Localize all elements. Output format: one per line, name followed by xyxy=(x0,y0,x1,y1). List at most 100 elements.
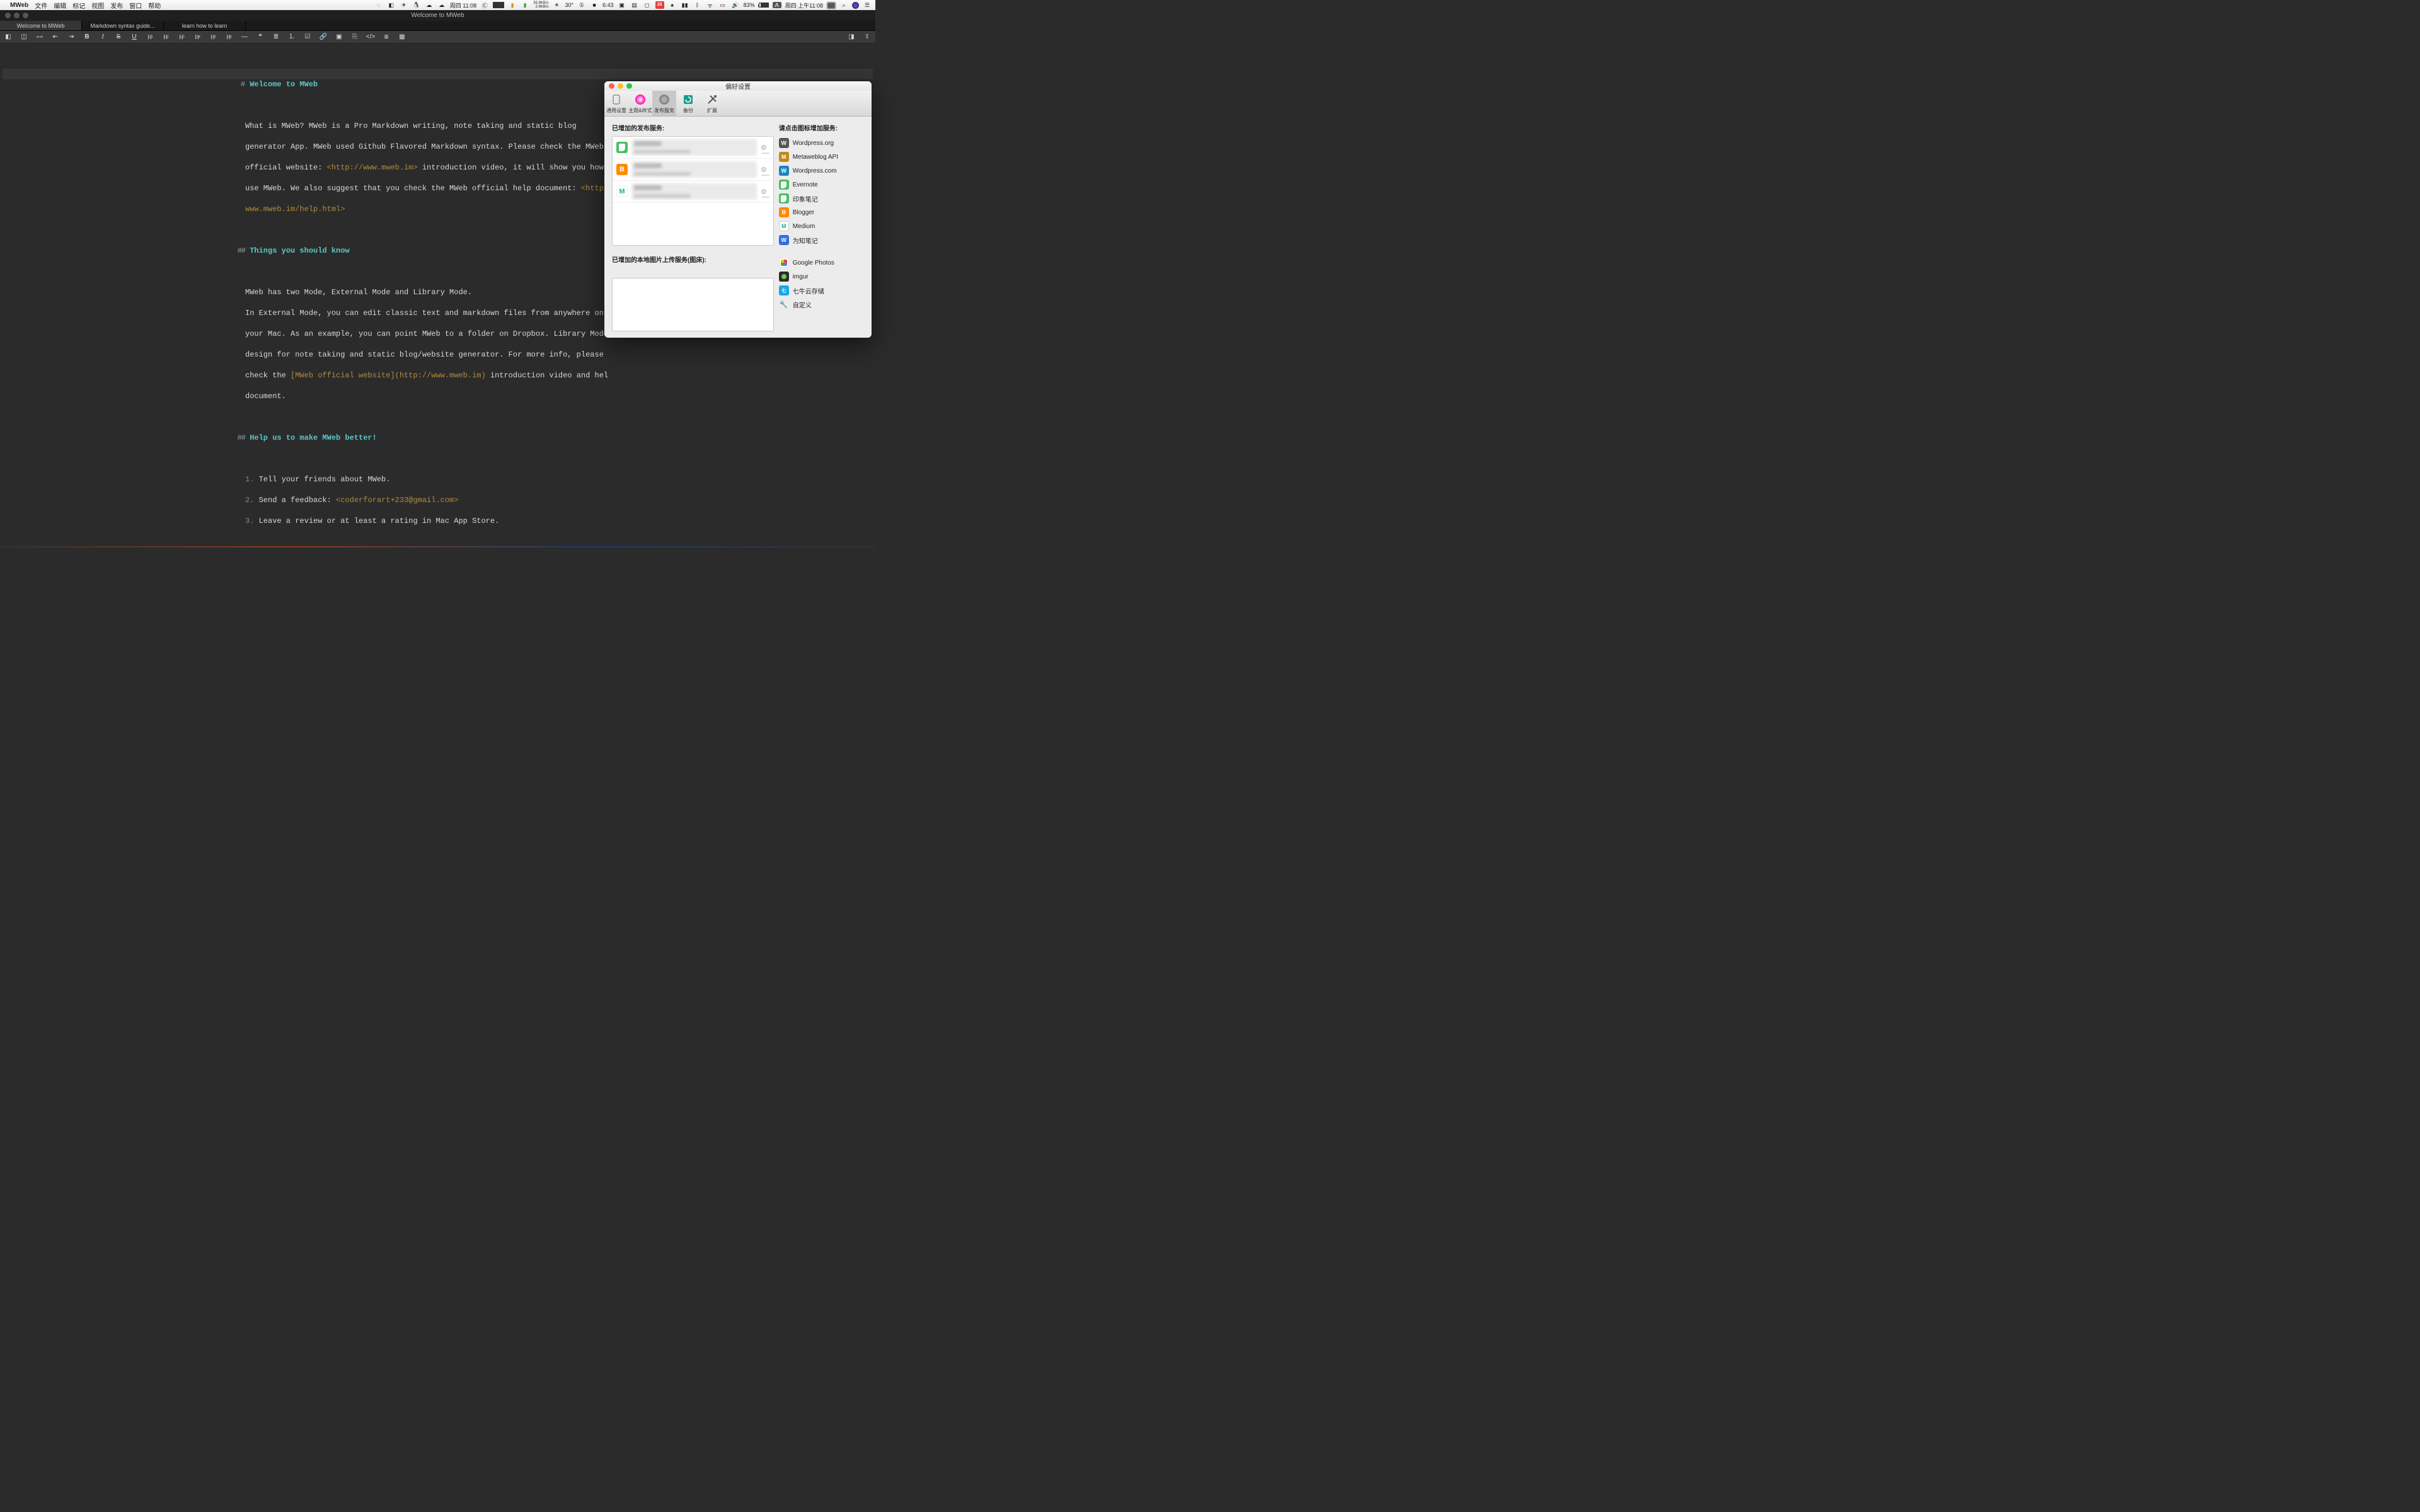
window-zoom-button[interactable] xyxy=(23,13,28,18)
status-icon[interactable]: ▤ xyxy=(630,2,639,9)
add-image-service-qiniu[interactable]: 七牛云存储 xyxy=(779,284,867,297)
menu-file[interactable]: 文件 xyxy=(35,1,47,10)
link-icon[interactable]: ⧟ xyxy=(35,33,44,42)
volume-icon[interactable]: 🔊 xyxy=(731,2,740,9)
menubar-app[interactable]: MWeb xyxy=(10,2,28,9)
h2-icon[interactable]: H2 xyxy=(161,33,170,42)
status-calendar-icon[interactable]: 20 xyxy=(655,1,664,9)
status-netstats[interactable]: 39.9KB/s2.6KB/s xyxy=(533,1,548,9)
menu-publish[interactable]: 发布 xyxy=(110,1,123,10)
prefs-tab-extension[interactable]: 扩展 xyxy=(700,91,724,116)
prefs-titlebar[interactable]: 偏好设置 xyxy=(604,81,872,91)
add-service-evernote[interactable]: Evernote xyxy=(779,178,867,192)
prefs-minimize-button[interactable] xyxy=(618,83,623,89)
quote-icon[interactable]: ❝ xyxy=(256,33,265,42)
add-image-service-google-photos[interactable]: Google Photos xyxy=(779,256,867,270)
status-icon[interactable]: ▮ xyxy=(508,2,517,9)
menu-window[interactable]: 窗口 xyxy=(129,1,142,10)
status-temp-icon[interactable]: ☀ xyxy=(552,2,561,9)
status-timer[interactable]: 6:43 xyxy=(602,2,614,8)
h3-icon[interactable]: H3 xyxy=(177,33,186,42)
remove-icon[interactable]: — xyxy=(762,148,769,157)
status-icon[interactable]: ✈ xyxy=(400,2,408,9)
status-icon[interactable]: . xyxy=(493,2,504,8)
hr-icon[interactable]: ― xyxy=(240,33,249,42)
strike-icon[interactable]: S xyxy=(114,33,123,42)
status-icon[interactable]: ◻ xyxy=(643,2,652,9)
code-icon[interactable]: </> xyxy=(366,33,375,42)
status-icon[interactable]: Ⓒ xyxy=(480,1,489,9)
h6-icon[interactable]: H6 xyxy=(224,33,233,42)
status-icon[interactable]: ① xyxy=(577,2,586,9)
status-battery-pct[interactable]: 83% xyxy=(744,2,755,8)
add-service-yinxiang[interactable]: 印象笔记 xyxy=(779,192,867,205)
display-icon[interactable]: ▭ xyxy=(718,2,727,9)
wifi-icon[interactable]: ᯤ xyxy=(706,1,715,9)
spotlight-icon[interactable]: ⌕ xyxy=(839,2,848,9)
status-icon[interactable]: 🐧 xyxy=(412,2,421,9)
link2-icon[interactable]: 🔗 xyxy=(319,33,328,42)
remove-icon[interactable]: — xyxy=(762,170,769,179)
add-image-service-imgur[interactable]: imgur xyxy=(779,270,867,284)
tab-syntax-guide[interactable]: Markdown syntax guide... xyxy=(82,21,164,30)
add-service-metaweblog[interactable]: Metaweblog API xyxy=(779,150,867,164)
tab-learn[interactable]: learn how to learn xyxy=(164,21,246,30)
battery-icon[interactable] xyxy=(759,3,769,8)
siri-icon[interactable] xyxy=(852,2,859,9)
h1-icon[interactable]: H1 xyxy=(146,33,154,42)
menu-edit[interactable]: 编辑 xyxy=(54,1,66,10)
status-icon[interactable]: ▮ xyxy=(521,2,529,9)
prefs-tab-backup[interactable]: 备份 xyxy=(676,91,700,116)
status-clock[interactable]: 周四 上午11:08 xyxy=(785,1,823,9)
input-source-icon[interactable]: A xyxy=(773,2,781,8)
status-icon[interactable]: ☁ xyxy=(425,2,434,9)
add-service-wordpress-org[interactable]: Wordpress.org xyxy=(779,136,867,150)
prefs-tab-theme[interactable]: 主题&样式 xyxy=(628,91,652,116)
status-icon[interactable]: ☁ xyxy=(437,2,446,9)
underline-icon[interactable]: U xyxy=(130,33,139,42)
remove-icon[interactable]: — xyxy=(762,192,769,201)
service-row-medium[interactable]: ⚙ — xyxy=(613,181,773,203)
codeblock-icon[interactable]: ⧈ xyxy=(382,33,391,42)
ol-icon[interactable]: ⒈ xyxy=(287,33,296,42)
status-temp[interactable]: 30° xyxy=(565,2,573,8)
window-close-button[interactable] xyxy=(5,13,11,18)
add-service-blogger[interactable]: Blogger xyxy=(779,205,867,219)
add-service-wordpress-com[interactable]: Wordpress.com xyxy=(779,164,867,178)
prefs-close-button[interactable] xyxy=(609,83,614,89)
menu-view[interactable]: 视图 xyxy=(91,1,104,10)
status-icon[interactable]: ◧ xyxy=(387,2,396,9)
table-icon[interactable]: ▦ xyxy=(398,33,406,42)
menu-mark[interactable]: 标记 xyxy=(72,1,85,10)
tab-welcome[interactable]: Welcome to MWeb xyxy=(0,21,82,30)
h4-icon[interactable]: H4 xyxy=(193,33,202,42)
indent-icon[interactable]: ⇥ xyxy=(67,33,76,42)
add-image-service-custom[interactable]: 自定义 xyxy=(779,297,867,311)
right-panel-icon[interactable]: ◨ xyxy=(847,33,856,42)
window-minimize-button[interactable] xyxy=(14,13,20,18)
ul-icon[interactable]: ≣ xyxy=(272,33,280,42)
service-row-evernote[interactable]: ⚙ — xyxy=(613,137,773,159)
prefs-tab-general[interactable]: 通用设置 xyxy=(604,91,628,116)
share-icon[interactable]: ⇪ xyxy=(863,33,872,42)
attach-icon[interactable]: ⎘ xyxy=(350,33,359,42)
add-service-medium[interactable]: Medium xyxy=(779,219,867,233)
notification-center-icon[interactable]: ☰ xyxy=(863,2,872,9)
prefs-tab-publish[interactable]: 发布服务 xyxy=(652,91,676,116)
toggle-split-icon[interactable]: ◫ xyxy=(20,33,28,42)
status-icon[interactable]: ■ xyxy=(590,2,599,8)
outdent-icon[interactable]: ⇤ xyxy=(51,33,60,42)
status-day-time[interactable]: 周四 11:08 xyxy=(450,1,476,9)
service-row-blogger[interactable]: ⚙ — xyxy=(613,159,773,181)
status-icon[interactable]: ♠ xyxy=(668,2,677,8)
menu-help[interactable]: 帮助 xyxy=(148,1,161,10)
prefs-zoom-button[interactable] xyxy=(626,83,632,89)
checklist-icon[interactable]: ☑ xyxy=(303,33,312,42)
bluetooth-icon[interactable]: ᛒ xyxy=(693,2,702,8)
status-icon[interactable]: ◌ xyxy=(374,2,383,8)
add-service-wiz[interactable]: 为知笔记 xyxy=(779,233,867,247)
bold-icon[interactable]: B xyxy=(83,33,91,42)
image-icon[interactable]: ▣ xyxy=(335,33,343,42)
status-icon[interactable]: ▣ xyxy=(618,2,626,9)
status-icon[interactable]: ▮▮ xyxy=(681,2,689,9)
